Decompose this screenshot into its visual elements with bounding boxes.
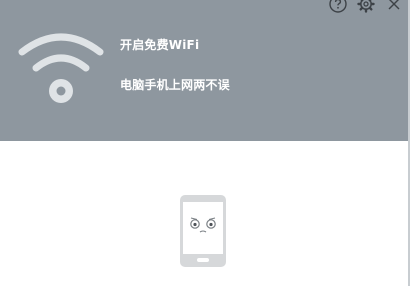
settings-button[interactable]: [356, 0, 376, 14]
sad-phone-icon: [180, 195, 226, 267]
close-button[interactable]: [384, 0, 404, 14]
question-circle-icon: [329, 0, 347, 13]
help-button[interactable]: [328, 0, 348, 14]
header-banner: 开启免费WiFi 电脑手机上网两不误: [0, 0, 410, 141]
wifi-app-window: 开启免费WiFi 电脑手机上网两不误: [0, 0, 410, 286]
close-icon: [388, 0, 400, 10]
gear-icon: [357, 0, 375, 13]
window-controls: [328, 0, 404, 14]
subline-text: 电脑手机上网两不误: [120, 78, 230, 92]
headline-text: 开启免费WiFi: [120, 38, 200, 52]
wifi-icon: [18, 33, 104, 103]
